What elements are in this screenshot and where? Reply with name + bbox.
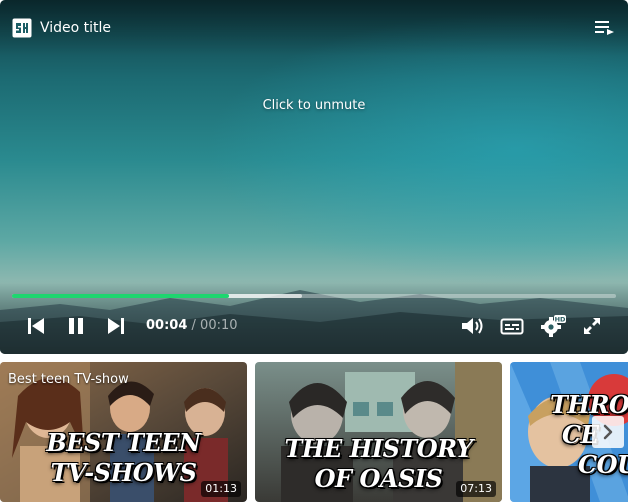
- related-section-label: Best teen TV-show: [8, 372, 129, 387]
- controls-shade: [0, 280, 628, 354]
- card-duration: 07:13: [456, 481, 496, 497]
- volume-icon: [462, 318, 483, 334]
- carousel-next-button[interactable]: [592, 416, 624, 448]
- video-title: Video title: [40, 20, 112, 36]
- card-title-line: THE HISTORY: [284, 434, 473, 463]
- total-time: 00:10: [200, 318, 238, 333]
- next-button[interactable]: [106, 315, 126, 337]
- sh-logo-icon: [12, 18, 32, 38]
- progress-bar[interactable]: [12, 294, 616, 298]
- card-title-line: BEST TEEN: [46, 428, 201, 457]
- chevron-right-icon: [603, 424, 613, 440]
- volume-button[interactable]: [460, 315, 486, 337]
- settings-hd-badge: HD: [555, 316, 566, 324]
- fullscreen-icon: [584, 318, 600, 334]
- fullscreen-button[interactable]: [582, 315, 602, 337]
- pause-icon: [69, 318, 83, 334]
- video-player[interactable]: Video title Click to unmute 00:04 / 00:1…: [0, 0, 628, 354]
- progress-played: [12, 294, 230, 298]
- current-time: 00:04: [146, 318, 188, 333]
- card-title-line: COU: [578, 450, 628, 479]
- card-duration: 01:13: [201, 481, 241, 497]
- playlist-icon[interactable]: [594, 18, 616, 38]
- settings-hd-icon: HD: [541, 315, 566, 337]
- unmute-prompt[interactable]: Click to unmute: [0, 97, 628, 115]
- related-videos-rail: Best teen TV-show BEST TEEN TV-SHOWS 01:…: [0, 362, 628, 502]
- settings-button[interactable]: HD: [540, 315, 566, 337]
- related-video-card[interactable]: Best teen TV-show BEST TEEN TV-SHOWS 01:…: [0, 362, 247, 502]
- pause-button[interactable]: [66, 315, 86, 337]
- previous-button[interactable]: [26, 315, 46, 337]
- captions-icon: [500, 318, 524, 335]
- card-title: BEST TEEN TV-SHOWS: [0, 428, 247, 488]
- skip-next-icon: [108, 318, 124, 334]
- time-separator: /: [187, 318, 201, 333]
- time-display: 00:04 / 00:10: [146, 317, 238, 335]
- skip-previous-icon: [28, 318, 44, 334]
- captions-button[interactable]: [500, 315, 524, 337]
- related-video-card[interactable]: THE HISTORY OF OASIS 07:13: [255, 362, 502, 502]
